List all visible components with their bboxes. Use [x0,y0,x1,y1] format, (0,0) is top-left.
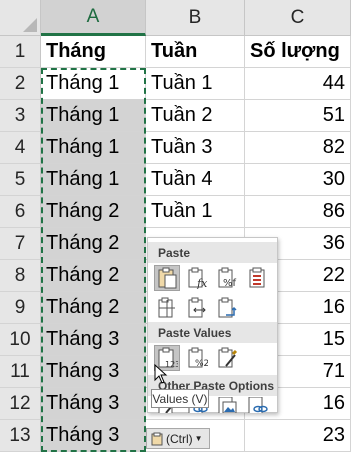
row-header[interactable]: 4 [0,132,41,164]
values-tooltip: Values (V) [151,389,209,408]
mouse-cursor-icon [154,364,168,384]
no-borders-icon[interactable] [154,295,180,321]
cell-c[interactable]: 30 [245,164,351,196]
cell-a[interactable]: Tháng 2 [41,196,146,228]
cell-a[interactable]: Tháng 3 [41,420,146,452]
values-source-formatting-icon[interactable] [214,345,240,371]
keep-column-widths-icon[interactable] [184,295,210,321]
cell-a[interactable]: Tháng 2 [41,228,146,260]
cell-b[interactable]: Tuần 3 [146,132,245,164]
column-header-c[interactable]: C [245,0,351,36]
values-number-format-icon[interactable]: %2 [184,345,210,371]
keep-source-formatting-icon[interactable] [244,265,270,291]
column-header-b[interactable]: B [146,0,245,36]
header-cell-c[interactable]: Số lượng [245,36,351,68]
cell-b[interactable]: Tuần 1 [146,68,245,100]
paste-options-menu: Paste fx %f Paste Values 123 %2 Other Pa… [147,237,278,413]
linked-picture-icon[interactable] [244,397,270,413]
row-header[interactable]: 9 [0,292,41,324]
header-cell-b[interactable]: Tuần [146,36,245,68]
cell-c[interactable]: 44 [245,68,351,100]
row-header[interactable]: 10 [0,324,41,356]
cell-a[interactable]: Tháng 3 [41,324,146,356]
row-header[interactable]: 2 [0,68,41,100]
paste-formulas-icon[interactable]: fx [184,265,210,291]
cell-a[interactable]: Tháng 1 [41,164,146,196]
cell-a[interactable]: Tháng 1 [41,132,146,164]
svg-text:fx: fx [196,277,208,289]
row-header[interactable]: 13 [0,420,41,452]
row-header[interactable]: 11 [0,356,41,388]
row-header[interactable]: 12 [0,388,41,420]
picture-icon[interactable] [214,397,240,413]
paste-values-section-label: Paste Values [148,322,277,343]
cell-b[interactable]: Tuần 2 [146,100,245,132]
cell-c[interactable]: 86 [245,196,351,228]
paste-options-ctrl-button[interactable]: (Ctrl) ▼ [146,428,210,449]
cell-a[interactable]: Tháng 1 [41,100,146,132]
paste-icon[interactable] [154,265,180,291]
cell-a[interactable]: Tháng 2 [41,260,146,292]
row-header[interactable]: 3 [0,100,41,132]
row-header[interactable]: 6 [0,196,41,228]
paste-section-label: Paste [148,242,277,263]
select-all-triangle-icon [23,18,37,32]
cell-a[interactable]: Tháng 2 [41,292,146,324]
column-header-a[interactable]: A [41,0,146,36]
cell-b[interactable]: Tuần 4 [146,164,245,196]
cell-a[interactable]: Tháng 3 [41,388,146,420]
ctrl-label: (Ctrl) [166,431,193,446]
header-cell-a[interactable]: Tháng [41,36,146,68]
cell-a[interactable]: Tháng 1 [41,68,146,100]
row-header[interactable]: 7 [0,228,41,260]
cell-c[interactable]: 23 [245,420,351,452]
dropdown-arrow-icon: ▼ [194,434,203,443]
cell-c[interactable]: 51 [245,100,351,132]
clipboard-icon [151,432,163,445]
cell-c[interactable]: 82 [245,132,351,164]
select-all-button[interactable] [0,0,41,36]
transpose-icon[interactable] [214,295,240,321]
spreadsheet: A B C 1 Tháng Tuần Số lượng 2 Tháng 1 Tuần 1 44… [0,0,351,452]
paste-formulas-number-format-icon[interactable]: %f [214,265,240,291]
svg-text:%2: %2 [195,359,208,369]
row-header[interactable]: 8 [0,260,41,292]
cell-b[interactable]: Tuần 1 [146,196,245,228]
cell-a[interactable]: Tháng 3 [41,356,146,388]
svg-text:%f: %f [223,278,237,289]
row-header[interactable]: 1 [0,36,41,68]
row-header[interactable]: 5 [0,164,41,196]
